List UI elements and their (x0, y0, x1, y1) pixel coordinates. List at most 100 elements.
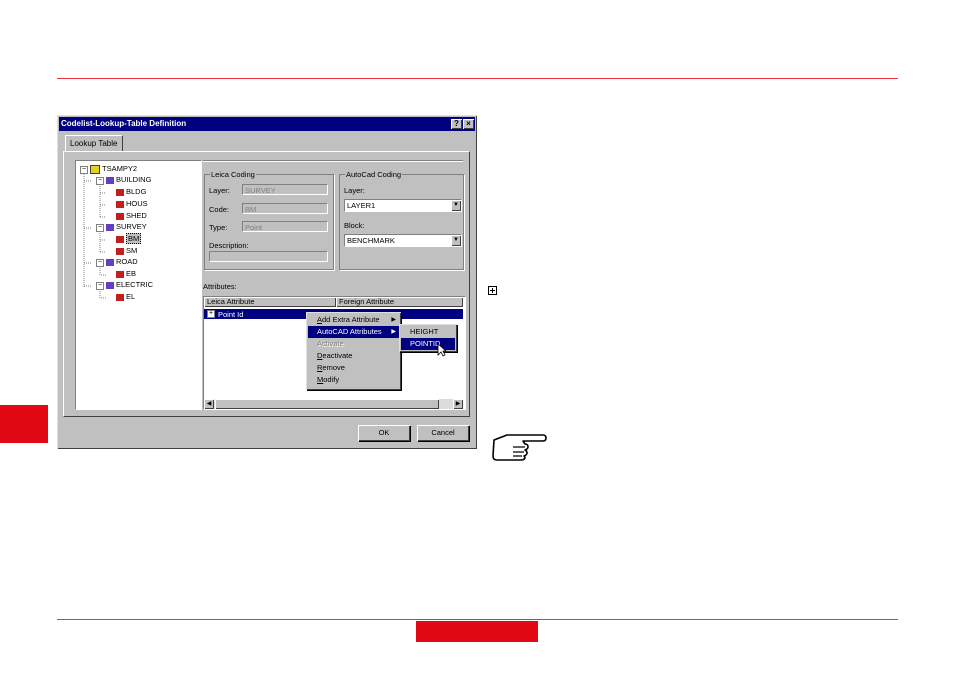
horizontal-scrollbar[interactable]: ◀ ▶ (204, 399, 463, 409)
layer-group-icon (106, 281, 114, 289)
submenu-arrow-icon: ▶ (391, 317, 396, 323)
pane-separator (203, 160, 463, 161)
tree-code-hous[interactable]: HOUS (116, 199, 148, 208)
collapse-icon[interactable]: − (80, 166, 88, 174)
codelist-book-icon (90, 164, 100, 174)
scroll-right-icon[interactable]: ▶ (453, 399, 463, 409)
footer-tab (416, 621, 538, 642)
tree-code-bm[interactable]: BM (116, 233, 142, 244)
tree-item-label: ROAD (116, 257, 138, 266)
scroll-left-icon[interactable]: ◀ (204, 399, 214, 409)
menu-label: emove (322, 363, 345, 372)
tree-code-el[interactable]: EL (116, 292, 135, 301)
context-menu: Add Extra Attribute ▶ AutoCAD Attributes ▶… (306, 312, 401, 390)
menu-remove[interactable]: Remove (308, 362, 399, 374)
leica-description-label: Description: (209, 241, 249, 250)
leica-type-field: Point (242, 221, 328, 232)
tree-item-label: BUILDING (116, 175, 152, 184)
menu-label: eactivate (322, 351, 353, 360)
help-button[interactable]: ? (451, 119, 462, 129)
menu-add-extra-attribute[interactable]: Add Extra Attribute ▶ (308, 314, 399, 326)
submenu-arrow-icon: ▶ (391, 329, 396, 335)
leica-code-field: BM (242, 203, 328, 214)
menu-deactivate[interactable]: Deactivate (308, 350, 399, 362)
leica-coding-group: Leica Coding Layer: SURVEY Code: BM Type… (204, 170, 334, 270)
autocad-layer-value: LAYER1 (347, 201, 376, 210)
layer-group-icon (106, 176, 114, 184)
tree-item-label-selected: BM (126, 233, 142, 244)
expand-box-icon (488, 286, 497, 295)
tree-item-label: EL (126, 292, 136, 301)
top-divider (57, 78, 898, 79)
menu-modify[interactable]: Modify (308, 374, 399, 386)
menu-label: AutoCAD Attributes (317, 327, 382, 336)
tree-code-shed[interactable]: SHED (116, 211, 147, 220)
menu-activate: Activate (308, 338, 399, 350)
tree-group-road[interactable]: ROAD (106, 257, 138, 266)
code-icon (116, 235, 124, 243)
col-foreign-attribute[interactable]: Foreign Attribute (336, 297, 463, 307)
tree-item-label: SURVEY (116, 222, 147, 231)
collapse-icon[interactable]: − (96, 177, 104, 185)
tree-item-label: HOUS (126, 199, 148, 208)
attributes-label: Attributes: (203, 282, 237, 291)
close-button[interactable]: × (463, 119, 474, 129)
code-icon (116, 188, 124, 196)
code-icon (116, 270, 124, 278)
menu-label: Activate (317, 339, 344, 348)
code-tree[interactable]: − TSAMPY2 − BUILDING BLDG HOUS SHED − SU… (75, 160, 202, 410)
tree-code-eb[interactable]: EB (116, 269, 136, 278)
bottom-divider (57, 619, 898, 620)
tree-item-label: SM (126, 246, 138, 255)
dropdown-arrow-icon[interactable]: ▼ (451, 235, 461, 246)
submenu-height[interactable]: HEIGHT (401, 326, 455, 338)
code-icon (116, 212, 124, 220)
autocad-attributes-submenu: HEIGHT POINTID (399, 324, 457, 352)
dropdown-arrow-icon[interactable]: ▼ (451, 200, 461, 211)
tree-item-label: ELECTRIC (116, 280, 154, 289)
leica-layer-field: SURVEY (242, 184, 328, 195)
tab-label: Lookup Table (70, 139, 118, 148)
menu-autocad-attributes[interactable]: AutoCAD Attributes ▶ (308, 326, 399, 338)
code-icon (116, 200, 124, 208)
layer-group-icon (106, 223, 114, 231)
tree-group-survey[interactable]: SURVEY (106, 222, 147, 231)
dialog-titlebar: Codelist-Lookup-Table Definition ? × (59, 117, 475, 131)
tree-code-bldg[interactable]: BLDG (116, 187, 146, 196)
autocad-coding-label: AutoCad Coding (345, 170, 403, 179)
leica-layer-label: Layer: (209, 186, 230, 195)
ok-button[interactable]: OK (358, 425, 410, 441)
lookup-table-dialog: Codelist-Lookup-Table Definition ? × Loo… (57, 115, 477, 449)
autocad-coding-group: AutoCad Coding Layer: LAYER1 ▼ Block: BE… (339, 170, 464, 270)
expand-icon[interactable]: + (207, 310, 215, 318)
leica-description-field (209, 251, 328, 262)
chapter-tab (0, 405, 48, 443)
mouse-cursor-icon (437, 343, 447, 357)
cancel-button[interactable]: Cancel (417, 425, 469, 441)
tree-group-electric[interactable]: ELECTRIC (106, 280, 153, 289)
scroll-thumb[interactable] (215, 399, 439, 409)
autocad-block-select[interactable]: BENCHMARK ▼ (344, 234, 462, 247)
dialog-title: Codelist-Lookup-Table Definition (61, 119, 187, 128)
leica-code-label: Code: (209, 205, 230, 214)
tree-code-sm[interactable]: SM (116, 246, 137, 255)
tab-lookup-table[interactable]: Lookup Table (65, 135, 123, 151)
tree-group-building[interactable]: BUILDING (106, 175, 151, 184)
tree-item-label: BLDG (126, 187, 147, 196)
leica-type-label: Type: (209, 223, 228, 232)
collapse-icon[interactable]: − (96, 259, 104, 267)
code-icon (116, 247, 124, 255)
layer-group-icon (106, 258, 114, 266)
tree-item-label: EB (126, 269, 137, 278)
collapse-icon[interactable]: − (96, 224, 104, 232)
tree-root[interactable]: TSAMPY2 (90, 164, 137, 174)
autocad-layer-label: Layer: (344, 186, 365, 195)
pointing-hand-icon (492, 434, 547, 461)
col-leica-attribute[interactable]: Leica Attribute (204, 297, 336, 307)
autocad-block-value: BENCHMARK (347, 236, 395, 245)
tree-item-label: SHED (126, 211, 147, 220)
collapse-icon[interactable]: − (96, 282, 104, 290)
menu-label: odify (323, 375, 340, 384)
autocad-layer-select[interactable]: LAYER1 ▼ (344, 199, 462, 212)
leica-coding-label: Leica Coding (210, 170, 256, 179)
